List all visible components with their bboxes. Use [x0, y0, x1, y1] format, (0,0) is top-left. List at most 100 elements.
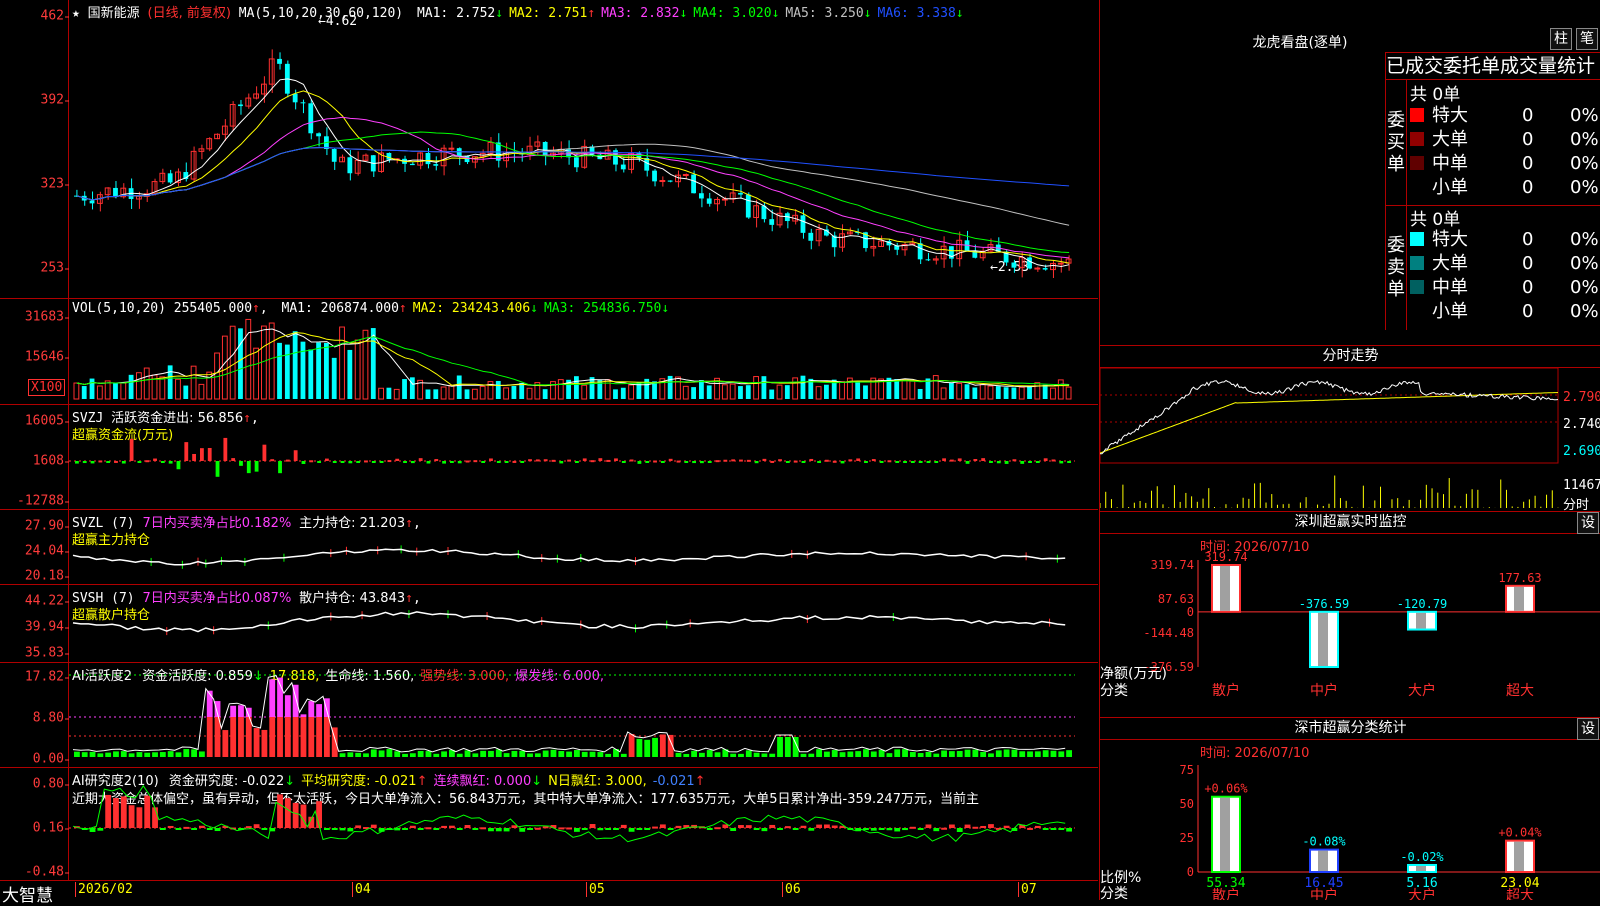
- intraday-axis-label: 2.690: [1563, 444, 1600, 459]
- flow-bar: [309, 460, 314, 463]
- intraday-chart[interactable]: [1100, 368, 1560, 508]
- activity-bar: [300, 714, 307, 717]
- order-percent: 0%: [1570, 129, 1599, 150]
- flow-bar: [418, 458, 423, 461]
- research-bar: [339, 828, 346, 831]
- activity-bar: [870, 751, 877, 757]
- monitor-value-label: 177.63: [1498, 571, 1541, 585]
- activity-bar: [144, 752, 151, 757]
- volume-bar: [863, 385, 868, 399]
- ai-active-pane[interactable]: 17.82 8.80 0.00 AI活跃度2 资金活跃度: 0.859↓ 17.8…: [0, 662, 1098, 768]
- flow-bar: [692, 461, 696, 464]
- volume-bar: [1057, 379, 1064, 400]
- activity-bar: [636, 738, 643, 757]
- order-percent: 0%: [1570, 177, 1599, 198]
- volume-bar: [949, 382, 954, 399]
- svzl-pane[interactable]: 27.90 24.04 20.18 SVZL (7) 7日内买卖净占比0.182…: [0, 509, 1098, 585]
- research-bar: [777, 828, 783, 830]
- flow-bar: [168, 461, 173, 464]
- flow-bar: [145, 460, 150, 463]
- flow-bar: [770, 460, 775, 463]
- activity-bar: [1019, 751, 1026, 757]
- order-percent: 0%: [1570, 105, 1599, 126]
- sz-monitor-chart[interactable]: 319.7487.630-144.48-376.59319.74散户-376.5…: [1100, 535, 1600, 715]
- volume-chart[interactable]: [69, 299, 1095, 403]
- candle-body: [308, 103, 314, 134]
- activity-bar: [542, 750, 549, 757]
- svzj-chart[interactable]: [69, 405, 1095, 508]
- flow-bar: [473, 460, 478, 463]
- flow-bar: [606, 459, 611, 462]
- volume-bar: [824, 384, 829, 399]
- volume-bar: [706, 385, 712, 399]
- flow-bar: [496, 461, 501, 463]
- flow-bar: [957, 458, 962, 461]
- research-bar: [784, 826, 791, 829]
- candle-body: [433, 164, 439, 166]
- volume-axis-label: 15646: [24, 349, 70, 365]
- ai-research-pane[interactable]: 0.80 0.16 -0.48 AI研究度2(10) 资金研究度: -0.022…: [0, 767, 1098, 881]
- flow-bar: [403, 461, 407, 463]
- research-bar: [917, 828, 924, 830]
- tick-view-button[interactable]: 笔: [1576, 28, 1598, 50]
- ai-active-axis: 17.82 8.80 0.00: [0, 663, 70, 768]
- research-line: [72, 784, 1066, 843]
- sz-class-settings-button[interactable]: 设: [1577, 718, 1599, 740]
- volume-bar: [1003, 387, 1009, 399]
- volume-bar: [159, 376, 166, 400]
- sz-monitor-settings-button[interactable]: 设: [1577, 512, 1599, 534]
- activity-bar: [378, 750, 385, 757]
- research-bar: [175, 828, 182, 830]
- flow-bar: [864, 461, 868, 463]
- flow-bar: [1028, 461, 1032, 463]
- activity-bar: [292, 717, 299, 757]
- volume-bar: [792, 377, 799, 400]
- activity-bar: [714, 752, 721, 757]
- volume-bar: [292, 331, 298, 399]
- research-bar: [636, 828, 643, 830]
- flow-bar: [1051, 459, 1056, 462]
- flow-bar: [926, 461, 931, 463]
- svsh-chart[interactable]: [69, 585, 1095, 661]
- activity-bar: [925, 751, 932, 757]
- activity-bar: [917, 753, 924, 757]
- activity-bar: [816, 749, 822, 757]
- volume-pane[interactable]: 31683 15646 X100 VOL(5,10,20) 255405.000…: [0, 298, 1098, 405]
- activity-bar: [308, 701, 315, 717]
- activity-bar: [761, 753, 768, 757]
- candlestick-chart[interactable]: [69, 0, 1095, 296]
- ai-active-chart[interactable]: [69, 663, 1095, 766]
- svsh-pane[interactable]: 44.22 39.94 35.83 SVSH (7) 7日内买卖净占比0.087…: [0, 584, 1098, 663]
- research-bar: [441, 825, 447, 828]
- activity-bar: [222, 730, 229, 757]
- volume-bar: [300, 341, 306, 399]
- research-bar: [988, 824, 994, 828]
- intraday-volume-label: 11467: [1563, 478, 1600, 493]
- svsh-axis-label: 44.22: [24, 593, 70, 609]
- svzj-pane[interactable]: 16005 1608 -12788 SVZJ 活跃资金进出: 56.856↑, …: [0, 404, 1098, 510]
- volume-bar: [378, 387, 384, 400]
- candle-body: [464, 156, 470, 163]
- bar-view-button[interactable]: 柱: [1550, 28, 1572, 50]
- svsh-axis-label: 39.94: [24, 619, 70, 635]
- sz-class-chart[interactable]: 7550250+0.06%55.34散户-0.08%16.45中户-0.02%5…: [1100, 740, 1600, 900]
- price-axis: 462 392 323 253: [0, 0, 70, 298]
- research-bar: [581, 828, 588, 830]
- ai-research-chart[interactable]: [69, 768, 1095, 879]
- flow-bar: [809, 458, 814, 461]
- activity-bar: [316, 717, 322, 757]
- research-bar: [886, 828, 893, 831]
- order-count: 0: [1522, 177, 1534, 198]
- price-pane[interactable]: 462 392 323 253 ★ 国新能源 (日线, 前复权) MA(5,10…: [0, 0, 1098, 298]
- activity-bar: [308, 717, 315, 757]
- volume-bar: [245, 318, 252, 400]
- flow-bar: [598, 458, 603, 461]
- flow-bar: [653, 460, 657, 463]
- flow-bar: [270, 459, 275, 462]
- candle-body: [745, 194, 751, 218]
- svzl-chart[interactable]: [69, 510, 1095, 583]
- class-axis-label: 25: [1180, 831, 1194, 845]
- activity-bar: [620, 753, 627, 757]
- dragon-tabs[interactable]: 已成交委托单成交量统计: [1385, 52, 1600, 80]
- volume-bar: [503, 387, 509, 400]
